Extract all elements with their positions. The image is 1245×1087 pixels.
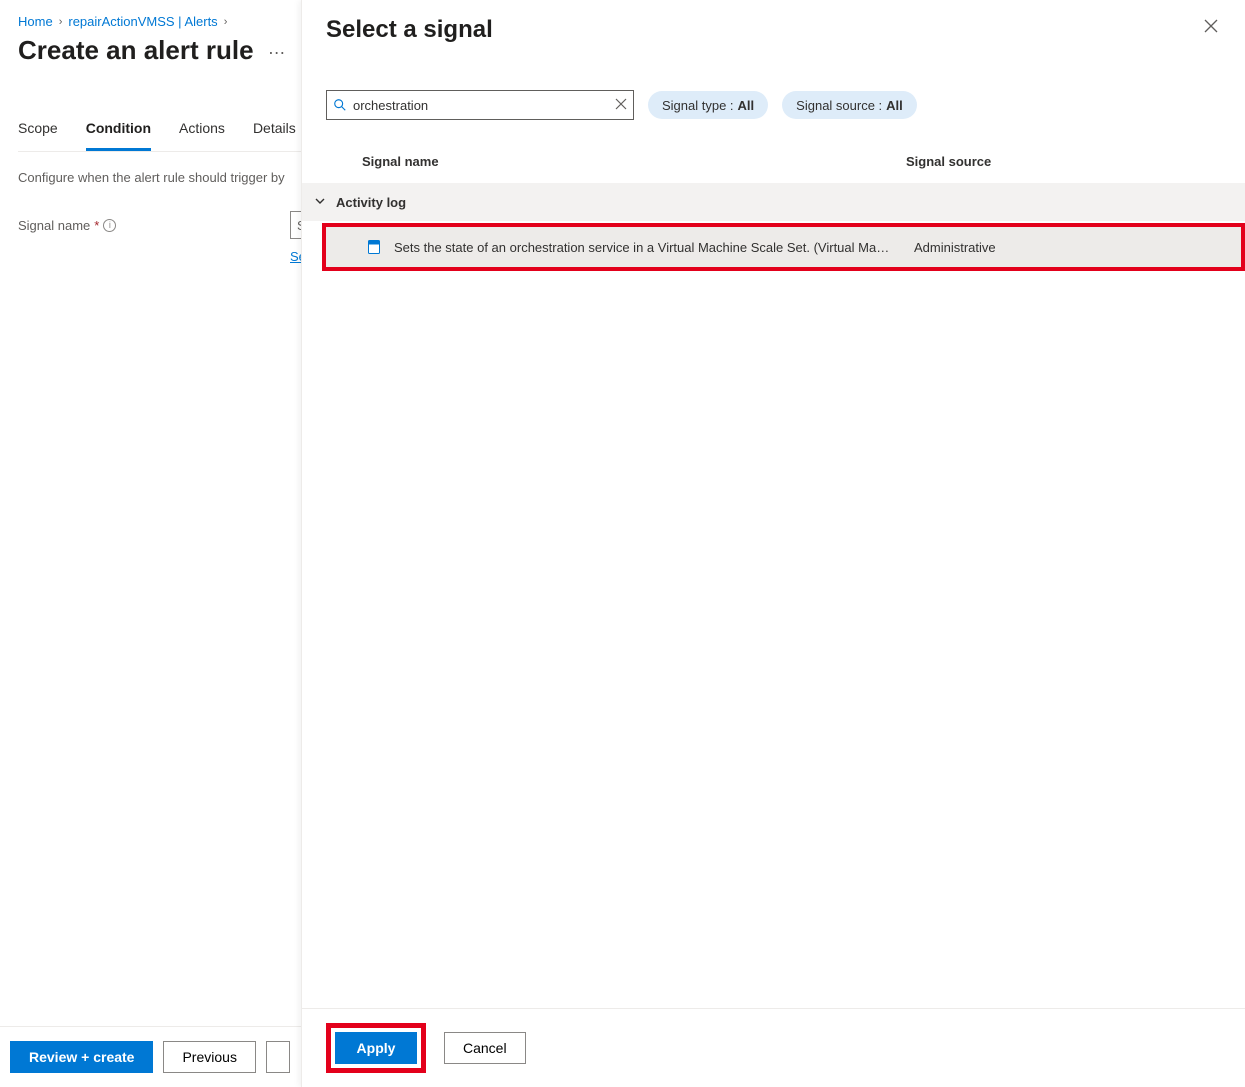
truncated-button[interactable]	[266, 1041, 290, 1073]
tab-details[interactable]: Details	[253, 120, 296, 151]
column-header-signal-name[interactable]: Signal name	[362, 154, 906, 169]
column-header-signal-source[interactable]: Signal source	[906, 154, 991, 169]
chevron-right-icon: ›	[59, 16, 63, 28]
search-icon	[333, 98, 347, 112]
breadcrumb-item-1[interactable]: repairActionVMSS | Alerts	[68, 14, 217, 29]
highlighted-result: Sets the state of an orchestration servi…	[322, 223, 1245, 271]
review-create-button[interactable]: Review + create	[10, 1041, 153, 1073]
apply-highlight: Apply	[326, 1023, 426, 1073]
tab-scope[interactable]: Scope	[18, 120, 58, 151]
signal-result-source: Administrative	[914, 240, 996, 255]
group-activity-log[interactable]: Activity log	[302, 183, 1245, 221]
cancel-button[interactable]: Cancel	[444, 1032, 526, 1064]
panel-title: Select a signal	[326, 16, 493, 44]
previous-button[interactable]: Previous	[163, 1041, 255, 1073]
signal-name-label: Signal name* i	[18, 218, 278, 233]
apply-button[interactable]: Apply	[335, 1032, 417, 1064]
close-icon[interactable]	[1201, 16, 1221, 39]
info-icon[interactable]: i	[103, 219, 116, 232]
chevron-right-icon: ›	[224, 16, 228, 28]
signal-result-row[interactable]: Sets the state of an orchestration servi…	[326, 227, 1241, 267]
chevron-down-icon	[314, 195, 326, 210]
signal-search-wrapper	[326, 90, 634, 120]
activity-log-icon	[366, 239, 382, 255]
more-icon[interactable]: …	[268, 38, 287, 59]
clear-search-icon[interactable]	[615, 98, 627, 113]
signal-search-input[interactable]	[353, 98, 615, 113]
tab-condition[interactable]: Condition	[86, 120, 151, 151]
signal-result-name: Sets the state of an orchestration servi…	[394, 240, 902, 255]
breadcrumb-home[interactable]: Home	[18, 14, 53, 29]
tab-actions[interactable]: Actions	[179, 120, 225, 151]
page-title: Create an alert rule	[18, 35, 254, 66]
signal-type-filter[interactable]: Signal type :All	[648, 91, 768, 119]
signal-source-filter[interactable]: Signal source :All	[782, 91, 917, 119]
select-signal-panel: Select a signal Signal type :All Signal …	[301, 0, 1245, 1087]
